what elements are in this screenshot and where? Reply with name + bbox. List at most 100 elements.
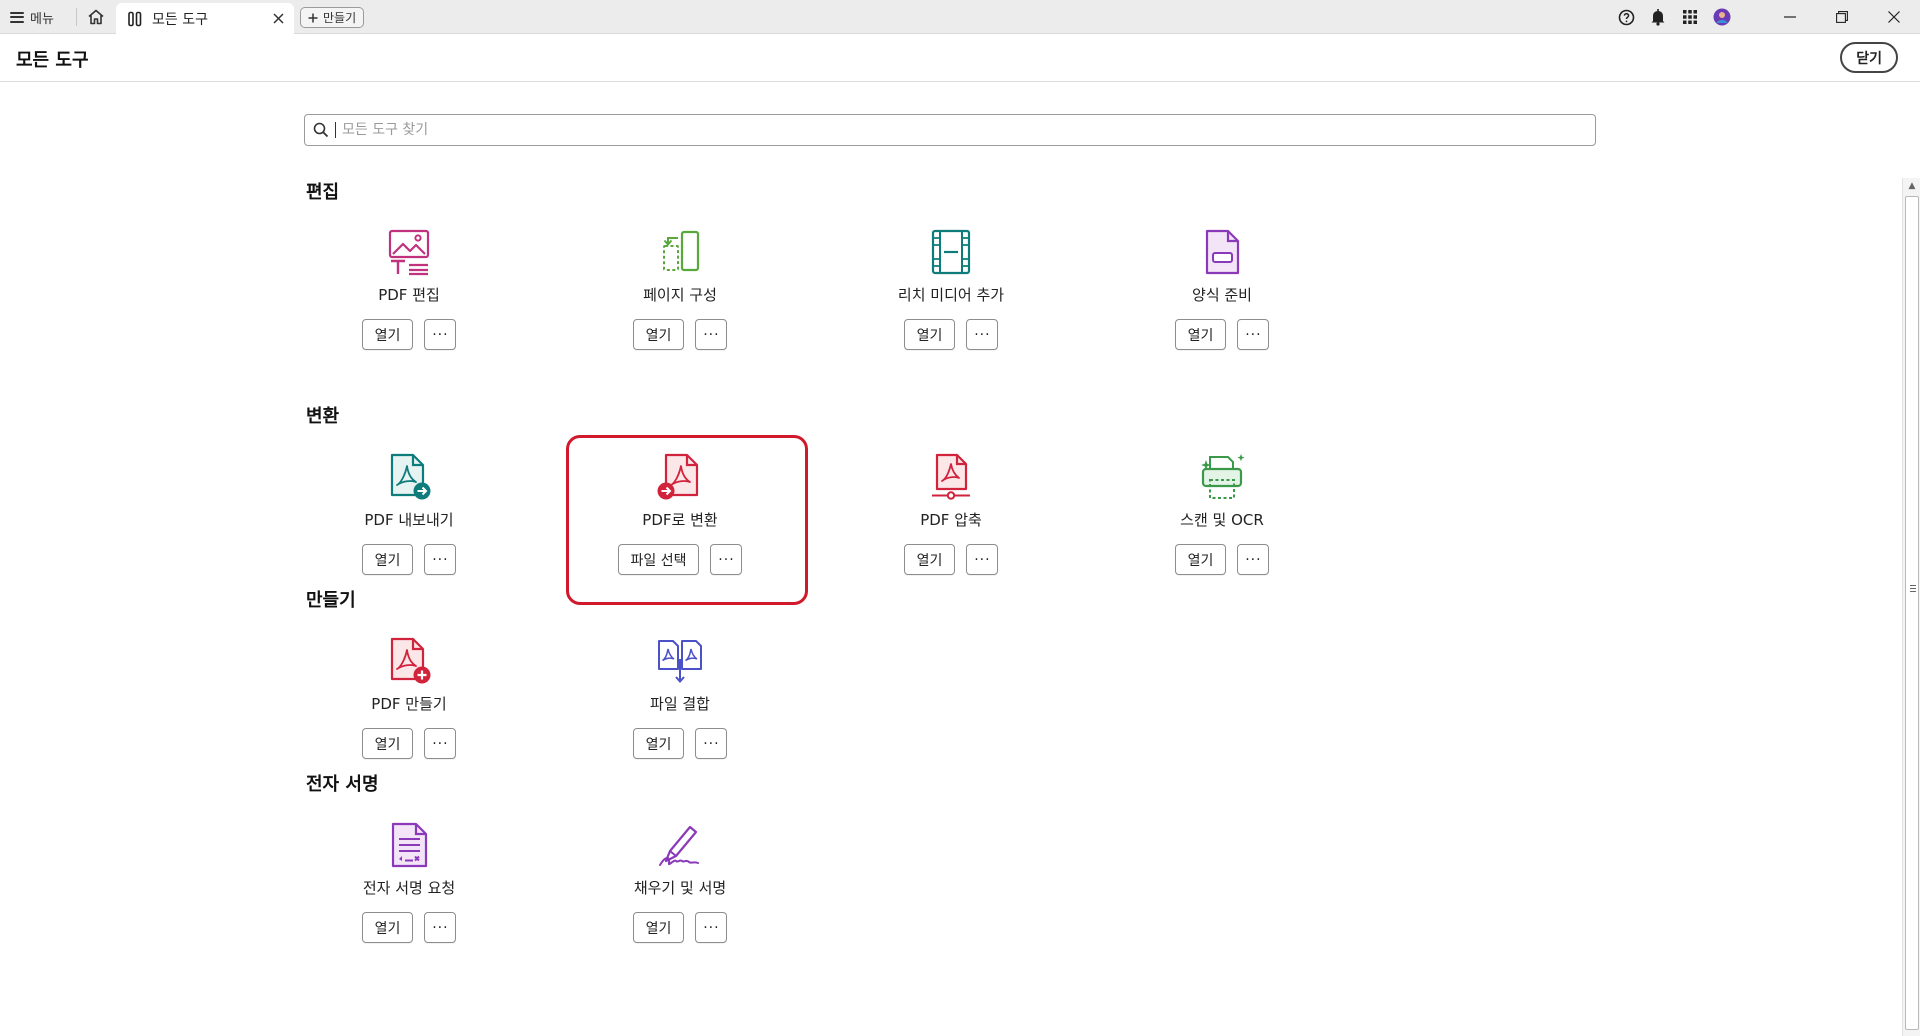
tool-label: 전자 서명 요청 (362, 879, 456, 897)
tool-scan-ocr: 스캔 및 OCR 열기 ··· (1122, 453, 1322, 603)
section-title-edit: 편집 (306, 182, 340, 203)
create-new-label: 만들기 (323, 11, 357, 25)
home-icon (88, 9, 104, 25)
combine-files-icon (658, 640, 702, 684)
scan-ocr-icon (1201, 454, 1245, 499)
tab-divider (76, 8, 77, 26)
more-options-button[interactable]: ··· (1237, 544, 1270, 575)
tool-actions: 열기 ··· (851, 319, 1051, 350)
more-options-button[interactable]: ··· (1237, 319, 1270, 350)
minimize-icon (1784, 16, 1796, 18)
tool-label: PDF 압축 (920, 511, 982, 529)
section-title-convert: 변환 (306, 406, 340, 427)
tool-actions: 열기 ··· (309, 319, 509, 350)
fill-sign-icon (659, 825, 699, 866)
open-button[interactable]: 열기 (903, 544, 956, 575)
open-button[interactable]: 열기 (361, 912, 414, 943)
scrollbar-thumb[interactable] (1905, 196, 1919, 1030)
restore-icon (1836, 11, 1848, 23)
open-button[interactable]: 열기 (361, 319, 414, 350)
export-pdf-icon (390, 453, 431, 500)
tool-actions: 열기 ··· (851, 544, 1051, 575)
tool-label: 양식 준비 (1192, 286, 1252, 304)
more-options-button[interactable]: ··· (966, 544, 999, 575)
tool-edit-pdf: PDF 편집 열기 ··· (309, 228, 509, 378)
more-options-button[interactable]: ··· (695, 319, 728, 350)
open-button[interactable]: 열기 (361, 728, 414, 759)
tool-actions: 열기 ··· (309, 912, 509, 943)
apps-grid-icon (1683, 10, 1697, 24)
open-button[interactable]: 열기 (361, 544, 414, 575)
section-title-create: 만들기 (306, 590, 356, 611)
tool-rich-media: 리치 미디어 추가 열기 ··· (851, 228, 1051, 378)
bell-icon (1651, 9, 1665, 26)
window-controls (1610, 0, 1920, 34)
open-button[interactable]: 열기 (632, 319, 685, 350)
create-pdf-icon (390, 637, 431, 684)
organize-pages-icon (663, 230, 700, 272)
tool-request-esign: 전자 서명 요청 열기 ··· (309, 821, 509, 971)
tool-actions: 열기 ··· (1122, 319, 1322, 350)
restore-button[interactable] (1816, 0, 1868, 34)
prepare-form-icon (1205, 229, 1240, 275)
request-esign-icon (391, 822, 428, 868)
tools-content: 편집 PDF 편집 열기 ··· 페이지 구성 열기 ··· (0, 83, 1902, 1036)
open-button[interactable]: 열기 (632, 728, 685, 759)
menu-label: 메뉴 (30, 11, 54, 27)
rich-media-icon (931, 229, 971, 275)
close-window-button[interactable] (1868, 0, 1920, 34)
tool-label: PDF 만들기 (371, 695, 447, 713)
more-options-button[interactable]: ··· (695, 912, 728, 943)
close-icon (1888, 11, 1900, 23)
more-options-button[interactable]: ··· (424, 544, 457, 575)
vertical-scrollbar[interactable]: ▲ (1902, 178, 1920, 1036)
tool-label: 리치 미디어 추가 (897, 286, 1005, 304)
home-button[interactable] (84, 5, 108, 29)
hamburger-icon (10, 11, 24, 23)
open-button[interactable]: 열기 (1174, 319, 1227, 350)
create-new-button[interactable]: 만들기 (300, 7, 365, 28)
open-button[interactable]: 열기 (903, 319, 956, 350)
avatar-icon (1713, 8, 1731, 26)
tab-label: 모든 도구 (152, 11, 208, 28)
more-options-button[interactable]: ··· (424, 912, 457, 943)
tool-actions: 열기 ··· (580, 319, 780, 350)
section-title-esign: 전자 서명 (306, 774, 379, 795)
more-options-button[interactable]: ··· (424, 728, 457, 759)
search-input[interactable] (342, 116, 1595, 144)
text-caret (335, 122, 336, 138)
more-options-button[interactable]: ··· (966, 319, 999, 350)
tools-icon (128, 11, 142, 26)
menu-button[interactable]: 메뉴 (10, 6, 54, 28)
tool-fill-sign: 채우기 및 서명 열기 ··· (580, 821, 780, 971)
more-options-button[interactable]: ··· (695, 728, 728, 759)
notifications-button[interactable] (1642, 0, 1674, 34)
apps-button[interactable] (1674, 0, 1706, 34)
close-button[interactable]: 닫기 (1840, 42, 1898, 73)
tool-label: 스캔 및 OCR (1180, 511, 1264, 529)
help-icon (1618, 9, 1634, 25)
page-header: 모든 도구 닫기 (0, 34, 1920, 82)
more-options-button[interactable]: ··· (424, 319, 457, 350)
edit-pdf-icon (388, 229, 430, 276)
scroll-up-icon[interactable]: ▲ (1906, 180, 1918, 192)
open-button[interactable]: 열기 (632, 912, 685, 943)
page-title: 모든 도구 (16, 50, 89, 71)
search-icon (313, 122, 329, 138)
account-button[interactable] (1706, 0, 1738, 34)
tool-actions: 열기 ··· (1122, 544, 1322, 575)
tool-actions: 열기 ··· (309, 728, 509, 759)
close-tab-icon[interactable] (270, 10, 286, 26)
tool-label: 채우기 및 서명 (633, 879, 727, 897)
minimize-button[interactable] (1764, 0, 1816, 34)
tool-label: PDF 편집 (378, 286, 440, 304)
help-button[interactable] (1610, 0, 1642, 34)
tool-compress-pdf: PDF 압축 열기 ··· (851, 453, 1051, 603)
tool-create-pdf: PDF 만들기 열기 ··· (309, 637, 509, 787)
tool-organize-pages: 페이지 구성 열기 ··· (580, 228, 780, 378)
tab-strip: 메뉴 모든 도구 만들기 (0, 0, 1920, 34)
search-box[interactable] (304, 114, 1596, 146)
open-button[interactable]: 열기 (1174, 544, 1227, 575)
tool-label: 페이지 구성 (643, 286, 717, 304)
tab-all-tools[interactable]: 모든 도구 (116, 3, 294, 34)
